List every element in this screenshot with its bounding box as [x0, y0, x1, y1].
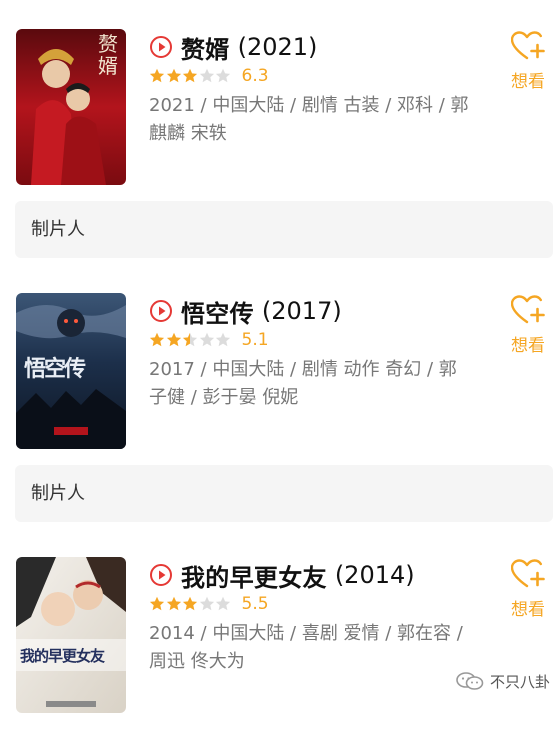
star-icon	[215, 596, 231, 611]
star-icon	[182, 68, 198, 83]
star-icon	[199, 68, 214, 83]
play-circle-icon[interactable]	[149, 35, 173, 59]
movie-poster[interactable]: 悟空传	[16, 293, 126, 449]
producer-label: 制片人	[31, 219, 85, 240]
watermark-text: 不只八卦	[490, 672, 551, 691]
producer-bar[interactable]: 制片人	[15, 201, 553, 258]
rating-score: 5.1	[241, 330, 269, 350]
star-icon	[166, 68, 181, 83]
producer-bar[interactable]: 制片人	[15, 465, 553, 522]
heart-plus-icon[interactable]	[511, 559, 545, 589]
want-to-watch-button[interactable]: 想看	[508, 31, 548, 92]
movie-year: (2014)	[334, 561, 415, 589]
want-label[interactable]: 想看	[508, 595, 548, 620]
play-circle-icon[interactable]	[149, 299, 173, 323]
movie-title[interactable]: 我的早更女友	[181, 558, 327, 593]
movie-meta: 2017 / 中国大陆 / 剧情 动作 奇幻 / 郭子健 / 彭于晏 倪妮	[149, 359, 457, 408]
poster-title-text: 赘婿	[98, 32, 118, 78]
movie-title[interactable]: 悟空传	[181, 294, 254, 329]
movie-poster[interactable]: 赘婿	[16, 29, 126, 185]
rating-row: 6.3	[149, 65, 269, 87]
star-icon	[182, 596, 198, 611]
movie-item[interactable]: 赘婿 赘婿 (2021) 6.3 2021 / 中国大陆 / 剧情 古装 / 邓…	[0, 29, 558, 204]
movie-meta: 2014 / 中国大陆 / 喜剧 爱情 / 郭在容 / 周迅 佟大为	[149, 623, 463, 672]
movie-poster[interactable]: 我的早更女友	[16, 557, 126, 713]
movie-meta: 2021 / 中国大陆 / 剧情 古装 / 邓科 / 郭麒麟 宋轶	[149, 95, 469, 144]
poster-title-text: 我的早更女友	[20, 647, 105, 665]
play-circle-icon[interactable]	[149, 563, 173, 587]
star-icon	[215, 68, 231, 83]
want-to-watch-button[interactable]: 想看	[508, 559, 548, 620]
heart-plus-icon[interactable]	[511, 295, 545, 325]
poster-title-text: 悟空传	[24, 356, 86, 382]
star-icon	[149, 596, 165, 611]
wechat-icon	[456, 672, 484, 690]
poster-image	[16, 557, 126, 713]
watermark: 不只八卦	[456, 666, 550, 696]
want-label[interactable]: 想看	[508, 67, 548, 92]
title-row[interactable]: 我的早更女友 (2014)	[149, 558, 415, 593]
movie-title[interactable]: 赘婿	[181, 30, 230, 65]
star-icon	[166, 596, 181, 611]
want-label[interactable]: 想看	[508, 331, 548, 356]
rating-score: 6.3	[241, 66, 269, 86]
title-row[interactable]: 赘婿 (2021)	[149, 30, 318, 65]
star-icon	[182, 332, 198, 347]
movie-year: (2017)	[261, 297, 342, 325]
star-rating	[149, 332, 232, 348]
rating-row: 5.1	[149, 329, 269, 351]
movie-item[interactable]: 悟空传 悟空传 (2017) 5.1 2017 / 中国大陆 / 剧情 动作 奇…	[0, 293, 558, 468]
star-icon	[166, 332, 181, 347]
star-rating	[149, 596, 232, 612]
star-icon	[199, 596, 214, 611]
producer-label: 制片人	[31, 483, 85, 504]
rating-score: 5.5	[241, 594, 269, 614]
star-rating	[149, 68, 232, 84]
star-icon	[215, 332, 231, 347]
title-row[interactable]: 悟空传 (2017)	[149, 294, 342, 329]
heart-plus-icon[interactable]	[511, 31, 545, 61]
star-icon	[199, 332, 214, 347]
movie-year: (2021)	[237, 33, 318, 61]
want-to-watch-button[interactable]: 想看	[508, 295, 548, 356]
rating-row: 5.5	[149, 593, 269, 615]
star-icon	[149, 332, 165, 347]
star-icon	[149, 68, 165, 83]
